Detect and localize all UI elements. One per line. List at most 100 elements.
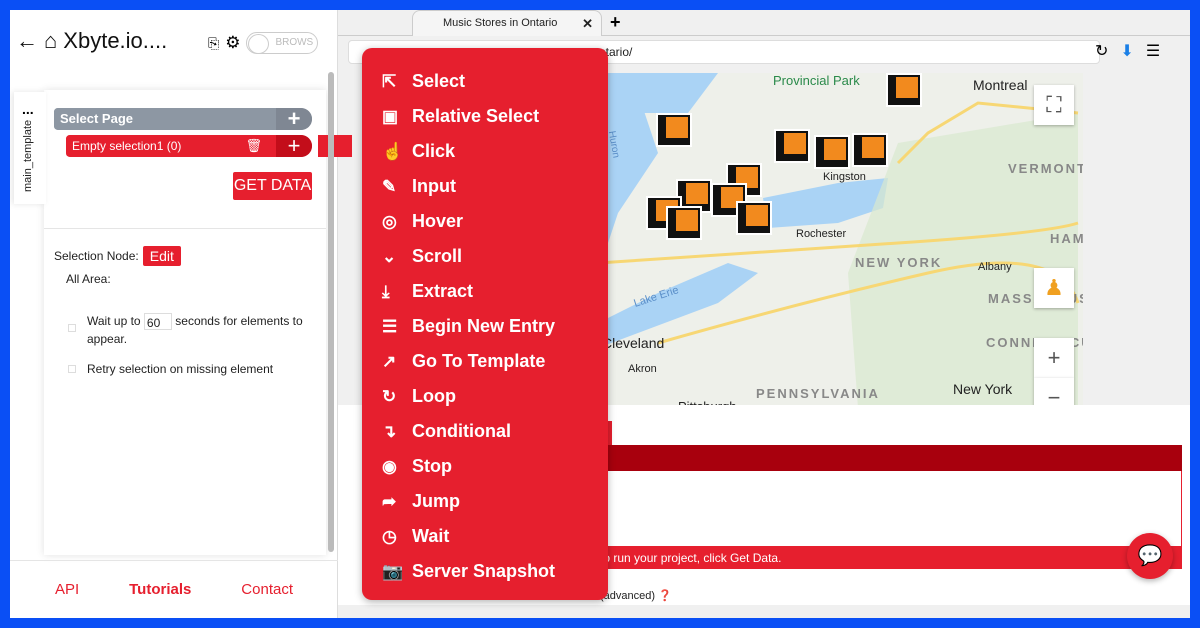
browse-toggle[interactable]: BROWS xyxy=(246,32,319,54)
api-link[interactable]: API xyxy=(55,581,79,598)
store-marker[interactable] xyxy=(678,181,710,211)
header-tools: ⎘ ⚙ BROWS xyxy=(208,32,319,54)
selection-node-label: Selection Node: xyxy=(54,249,139,263)
go-to-icon: ↗ xyxy=(382,351,397,371)
edit-button[interactable]: Edit xyxy=(142,246,181,266)
menu-item-input[interactable]: ✎ Input xyxy=(362,169,608,204)
clock-icon: ◷ xyxy=(382,526,397,546)
gear-icon[interactable]: ⚙ xyxy=(225,33,240,53)
sidebar-header: ← ⌂ Xbyte.io.... xyxy=(16,28,167,54)
home-icon[interactable]: ⌂ xyxy=(44,28,57,54)
store-marker[interactable] xyxy=(888,75,920,105)
add-icon[interactable]: + xyxy=(276,108,312,130)
store-marker[interactable] xyxy=(658,115,690,145)
map-label-akron: Akron xyxy=(628,363,657,375)
menu-item-go-to-template[interactable]: ↗ Go To Template xyxy=(362,344,608,379)
browser-tab[interactable]: Music Stores in Ontario ✕ xyxy=(412,10,602,36)
browser-tab-bar: Music Stores in Ontario ✕ + xyxy=(338,10,1190,36)
store-marker[interactable] xyxy=(668,208,700,238)
divider xyxy=(44,228,326,229)
menu-item-click[interactable]: ☝ Click xyxy=(362,134,608,169)
store-marker[interactable] xyxy=(816,137,848,167)
copy-icon[interactable]: ⎘ xyxy=(208,35,219,52)
results-body xyxy=(600,471,1182,547)
app-frame: ← ⌂ Xbyte.io.... ⎘ ⚙ BROWS ... main_temp… xyxy=(10,10,1190,618)
new-tab-icon[interactable]: + xyxy=(610,12,621,33)
menu-item-server-snapshot[interactable]: 📷 Server Snapshot xyxy=(362,554,608,589)
add-command-icon[interactable]: + xyxy=(276,135,312,157)
help-icon[interactable]: ❓ xyxy=(658,590,672,602)
selection-node[interactable]: Empty selection1 (0) 🗑 + xyxy=(66,135,312,157)
menu-item-wait[interactable]: ◷ Wait xyxy=(362,519,608,554)
map-label-rochester: Rochester xyxy=(796,228,847,240)
tutorials-link[interactable]: Tutorials xyxy=(129,581,191,598)
map-label-park: Provincial Park xyxy=(773,73,860,88)
menu-item-label: Select xyxy=(412,71,466,91)
select-page-label: Select Page xyxy=(60,111,133,126)
map-label-pennsylvania: PENNSYLVANIA xyxy=(756,386,880,401)
select-page-node[interactable]: Select Page + xyxy=(54,108,312,130)
tab-title: Music Stores in Ontario xyxy=(443,17,558,29)
selection-label: Empty selection1 (0) xyxy=(72,139,182,153)
map[interactable]: Provincial Park Montreal Kingston Roches… xyxy=(598,73,1083,408)
menu-item-label: Input xyxy=(412,176,456,196)
list-icon: ☰ xyxy=(382,316,398,336)
menu-item-label: Server Snapshot xyxy=(412,561,556,581)
map-label-new-york-city: New York xyxy=(953,381,1013,397)
loop-icon: ↻ xyxy=(382,386,397,406)
fullscreen-button[interactable]: ⛶ xyxy=(1034,85,1074,125)
reload-icon[interactable]: ↻ xyxy=(1095,41,1108,61)
retry-checkbox[interactable] xyxy=(68,365,76,373)
contact-link[interactable]: Contact xyxy=(241,581,293,598)
menu-item-conditional[interactable]: ↴ Conditional xyxy=(362,414,608,449)
menu-item-label: Go To Template xyxy=(412,351,546,371)
download-icon[interactable]: ⬇ xyxy=(1120,41,1133,61)
map-label-ham: HAM xyxy=(1050,231,1083,246)
store-marker[interactable] xyxy=(738,203,770,233)
store-marker[interactable] xyxy=(854,135,886,165)
hamburger-menu-icon[interactable]: ☰ xyxy=(1146,41,1160,61)
download-icon: ⤓ xyxy=(382,281,390,301)
command-menu: ⇱ Select ▣ Relative Select ☝ Click ✎ Input ◎ Hove… xyxy=(362,48,608,600)
menu-item-scroll[interactable]: ⌄ Scroll xyxy=(362,239,608,274)
trash-icon[interactable]: 🗑 xyxy=(245,135,262,157)
menu-item-label: Relative Select xyxy=(412,106,540,126)
zoom-in-button[interactable]: + xyxy=(1034,338,1074,378)
menu-item-relative-select[interactable]: ▣ Relative Select xyxy=(362,99,608,134)
more-icon[interactable]: ... xyxy=(22,102,34,116)
menu-item-begin-new-entry[interactable]: ☰ Begin New Entry xyxy=(362,309,608,344)
results-header xyxy=(600,445,1182,471)
close-tab-icon[interactable]: ✕ xyxy=(582,11,593,36)
template-tab[interactable]: ... main_template xyxy=(14,92,46,204)
wait-checkbox[interactable] xyxy=(68,324,76,332)
sidebar-footer: API Tutorials Contact xyxy=(10,560,338,618)
menu-item-label: Scroll xyxy=(412,246,463,266)
menu-item-select[interactable]: ⇱ Select xyxy=(362,64,608,99)
menu-item-jump[interactable]: ➦ Jump xyxy=(362,484,608,519)
wait-seconds-input[interactable]: 60 xyxy=(143,313,172,331)
menu-item-extract[interactable]: ⤓ Extract xyxy=(362,274,608,309)
map-label-cleveland: Cleveland xyxy=(602,335,665,351)
chat-button[interactable]: 💬 xyxy=(1127,533,1173,579)
menu-item-label: Jump xyxy=(412,491,461,511)
store-marker[interactable] xyxy=(776,131,808,161)
menu-item-stop[interactable]: ◉ Stop xyxy=(362,449,608,484)
menu-item-label: Click xyxy=(412,141,456,161)
hand-pointer-icon: ☝ xyxy=(382,141,404,161)
stop-icon: ◉ xyxy=(382,456,397,476)
menu-item-label: Wait xyxy=(412,526,450,546)
back-arrow-icon[interactable]: ← xyxy=(16,28,38,54)
street-view-pegman-icon[interactable]: ♟ xyxy=(1034,268,1074,308)
menu-item-hover[interactable]: ◎ Hover xyxy=(362,204,608,239)
sidebar-scrollbar[interactable] xyxy=(328,72,334,552)
wait-option: Wait up to 60 seconds for elements to ap… xyxy=(87,312,317,348)
conditional-arrow-icon: ↴ xyxy=(382,421,397,441)
menu-item-label: Loop xyxy=(412,386,456,406)
browser-toolbar: ↻ ⬇ ☰ xyxy=(1095,41,1160,61)
menu-item-loop[interactable]: ↻ Loop xyxy=(362,379,608,414)
all-area-label: All Area: xyxy=(66,272,111,286)
advanced-label: (advanced) xyxy=(600,590,656,602)
get-data-button[interactable]: GET DATA xyxy=(233,172,312,200)
map-label-kingston: Kingston xyxy=(823,171,866,183)
zoom-out-button[interactable]: − xyxy=(1034,378,1074,408)
